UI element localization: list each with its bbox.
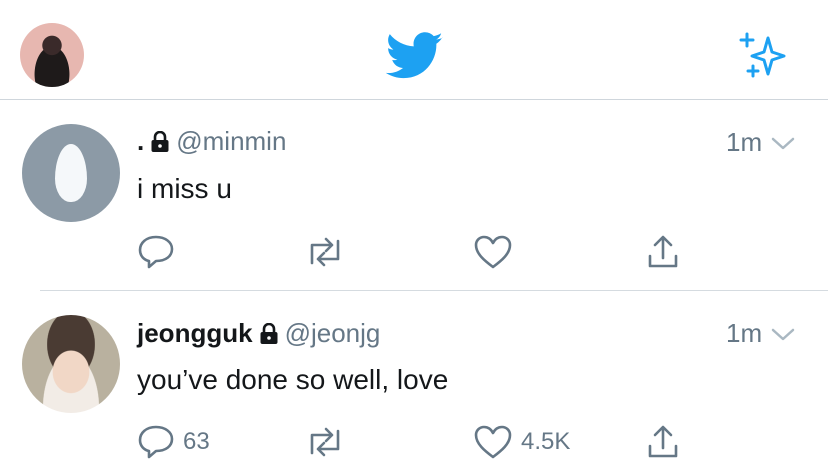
lock-icon [150, 129, 170, 160]
tweet[interactable]: . @minmin 1m i miss u [0, 100, 828, 290]
reply-count: 63 [183, 428, 210, 455]
share-button[interactable] [646, 424, 680, 460]
handle[interactable]: @jeonjg [285, 318, 381, 348]
user-avatar[interactable] [22, 315, 120, 413]
tweet-header: jeongguk @jeonjg [137, 318, 380, 352]
twitter-bird-icon [386, 32, 443, 79]
top-bar [0, 0, 828, 100]
display-name[interactable]: jeongguk [137, 318, 253, 348]
tweet-actions [0, 234, 828, 274]
retweet-button[interactable] [304, 234, 354, 270]
like-button[interactable]: 4.5K [473, 424, 570, 460]
reply-icon [138, 235, 174, 269]
heart-icon [474, 425, 512, 459]
tweet-text: i miss u [137, 173, 232, 204]
chevron-down-icon[interactable] [770, 136, 796, 152]
lock-icon [259, 321, 279, 352]
retweet-icon [310, 237, 340, 267]
reply-button[interactable]: 63 [137, 424, 210, 460]
sparkle-icon[interactable] [738, 30, 788, 80]
tweet-header: . @minmin [137, 126, 286, 160]
tweet-actions: 63 4.5K [0, 424, 828, 464]
default-egg-avatar[interactable] [22, 124, 120, 222]
share-button[interactable] [646, 234, 680, 270]
timestamp[interactable]: 1m [726, 318, 762, 349]
chevron-down-icon[interactable] [770, 327, 796, 343]
like-button[interactable] [473, 234, 521, 270]
heart-icon [474, 235, 512, 269]
tweet-text: you’ve done so well, love [137, 364, 449, 395]
share-icon [648, 235, 678, 268]
share-icon [648, 425, 678, 458]
tweet[interactable]: jeongguk @jeonjg 1m you’ve done so well, … [0, 291, 828, 474]
display-name[interactable]: . [137, 126, 144, 156]
like-count: 4.5K [521, 428, 571, 455]
retweet-icon [310, 427, 340, 457]
timestamp[interactable]: 1m [726, 127, 762, 158]
retweet-button[interactable] [304, 424, 354, 460]
reply-icon [138, 425, 174, 459]
handle[interactable]: @minmin [176, 126, 286, 156]
reply-button[interactable] [137, 234, 183, 270]
profile-avatar[interactable] [20, 23, 84, 87]
